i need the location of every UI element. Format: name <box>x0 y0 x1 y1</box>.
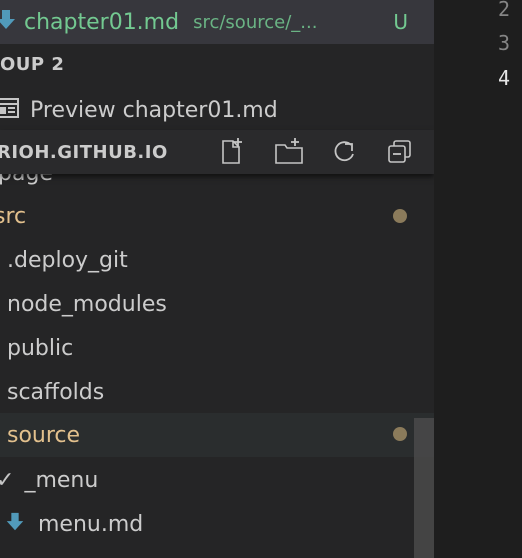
markdown-download-icon <box>0 8 18 36</box>
new-folder-icon[interactable] <box>274 130 330 174</box>
editor-group-label: OUP 2 <box>0 53 65 75</box>
editor-gutter: 2 3 4 <box>434 0 522 558</box>
tree-item-label: menu.md <box>38 511 144 537</box>
explorer-actions <box>218 130 434 174</box>
untracked-badge: U <box>393 10 408 34</box>
open-editor-item-preview[interactable]: Preview chapter01.md <box>0 88 434 132</box>
tree-item-node-modules[interactable]: node_modules <box>0 282 434 326</box>
explorer-title: RIOH.GITHUB.IO <box>0 141 168 163</box>
open-editor-item-chapter01[interactable]: chapter01.md src/source/_... U <box>0 0 434 44</box>
editor-group-title: OUP 2 <box>0 42 434 86</box>
tree-item-label: .deploy_git <box>7 247 128 273</box>
markdown-download-icon <box>4 511 26 537</box>
refresh-icon[interactable] <box>330 130 386 174</box>
tree-item-menu-md[interactable]: menu.md <box>0 502 434 546</box>
explorer-section-header[interactable]: RIOH.GITHUB.IO <box>0 130 434 174</box>
open-editor-path: src/source/_... <box>193 11 318 33</box>
modified-dot <box>393 427 407 441</box>
tree-item-label: scaffolds <box>7 379 105 405</box>
tree-item-scaffolds[interactable]: scaffolds <box>0 370 434 414</box>
tree-item-menu-folder[interactable]: ✓ _menu <box>0 458 434 502</box>
tree-item-public[interactable]: public <box>0 326 434 370</box>
tree-item-label: node_modules <box>7 291 167 317</box>
tree-item-label: source <box>7 422 81 448</box>
modified-dot <box>393 209 407 223</box>
sidebar: chapter01.md src/source/_... U OUP 2 Pre… <box>0 0 434 558</box>
preview-label: Preview chapter01.md <box>30 97 278 123</box>
collapse-all-icon[interactable] <box>386 130 434 174</box>
tree-item-label: public <box>7 335 74 361</box>
tree-item-deploy-git[interactable]: .deploy_git <box>0 238 434 282</box>
open-editor-filename: chapter01.md <box>24 9 180 35</box>
preview-icon <box>0 97 20 123</box>
line-number: 3 <box>498 31 511 55</box>
tree-item-source[interactable]: source <box>0 413 434 457</box>
new-file-icon[interactable] <box>218 130 274 174</box>
line-number-active: 4 <box>498 66 511 90</box>
tree-item-src[interactable]: src <box>0 194 434 238</box>
line-number: 2 <box>498 0 511 21</box>
tree-item-label: _menu <box>24 467 99 493</box>
tree-item-label: src <box>0 203 27 229</box>
chevron-down-icon[interactable]: ✓ <box>0 468 14 493</box>
sidebar-scrollbar[interactable] <box>414 418 434 558</box>
